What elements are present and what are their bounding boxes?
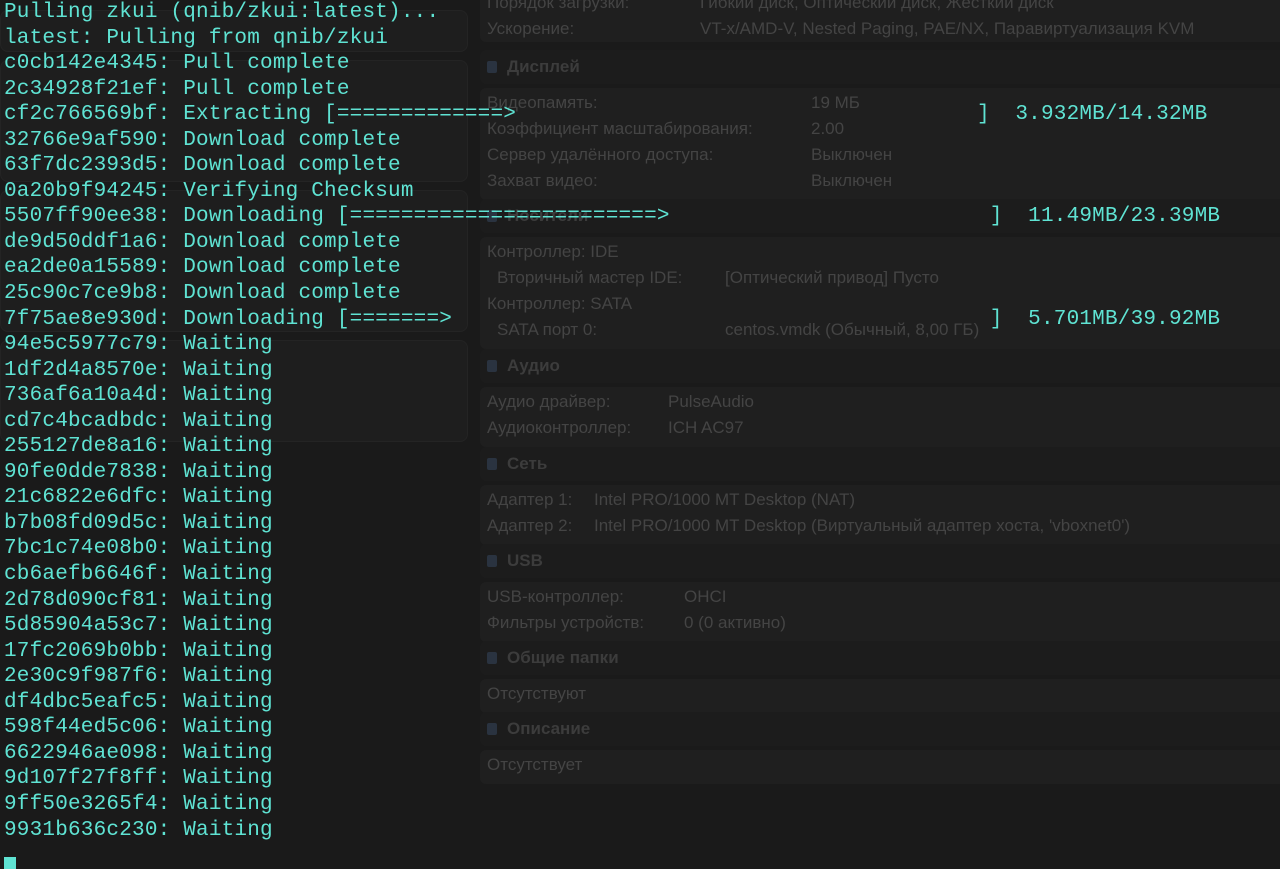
terminal-line: 2e30c9f987f6: Waiting (4, 665, 273, 689)
terminal-cursor (4, 856, 16, 869)
terminal-line: 598f44ed5c06: Waiting (4, 716, 273, 740)
terminal-line: 1df2d4a8570e: Waiting (4, 358, 273, 382)
terminal-line: 25c90c7ce9b8: Download complete (4, 282, 401, 306)
terminal-line: 5d85904a53c7: Waiting (4, 614, 273, 638)
terminal-line: 9ff50e3265f4: Waiting (4, 792, 273, 816)
terminal-line: cb6aefb6646f: Waiting (4, 563, 273, 587)
terminal-line: latest: Pulling from qnib/zkui (4, 26, 389, 50)
terminal-line: cd7c4bcadbdc: Waiting (4, 409, 273, 433)
terminal-line: 9931b636c230: Waiting (4, 818, 273, 842)
terminal-line: 94e5c5977c79: Waiting (4, 333, 273, 357)
terminal-line: 6622946ae098: Waiting (4, 741, 273, 765)
terminal-line: cf2c766569bf: Extracting [=============>… (4, 103, 1208, 127)
terminal-line: de9d50ddf1a6: Download complete (4, 230, 401, 254)
terminal-line: 9d107f27f8ff: Waiting (4, 767, 273, 791)
terminal-line: 7bc1c74e08b0: Waiting (4, 537, 273, 561)
terminal-line: 90fe0dde7838: Waiting (4, 460, 273, 484)
terminal-line: 7f75ae8e930d: Downloading [=======> ] 5.… (4, 307, 1221, 331)
terminal-line: 0a20b9f94245: Verifying Checksum (4, 179, 414, 203)
terminal-line: 5507ff90ee38: Downloading [=============… (4, 205, 1221, 229)
terminal-line: ea2de0a15589: Download complete (4, 256, 401, 280)
terminal-line: 2c34928f21ef: Pull complete (4, 77, 350, 101)
terminal-line: 255127de8a16: Waiting (4, 435, 273, 459)
terminal-line: 21c6822e6dfc: Waiting (4, 486, 273, 510)
terminal-line: 736af6a10a4d: Waiting (4, 384, 273, 408)
terminal-line: 32766e9af590: Download complete (4, 128, 401, 152)
terminal-line: 63f7dc2393d5: Download complete (4, 154, 401, 178)
terminal-line: Pulling zkui (qnib/zkui:latest)... (4, 1, 440, 24)
terminal-line: df4dbc5eafc5: Waiting (4, 690, 273, 714)
terminal-line: b7b08fd09d5c: Waiting (4, 511, 273, 535)
terminal-line: c0cb142e4345: Pull complete (4, 52, 350, 76)
terminal-line: 17fc2069b0bb: Waiting (4, 639, 273, 663)
terminal-line: 2d78d090cf81: Waiting (4, 588, 273, 612)
terminal-output[interactable]: Pulling zkui (qnib/zkui:latest)... latest… (4, 0, 1220, 869)
